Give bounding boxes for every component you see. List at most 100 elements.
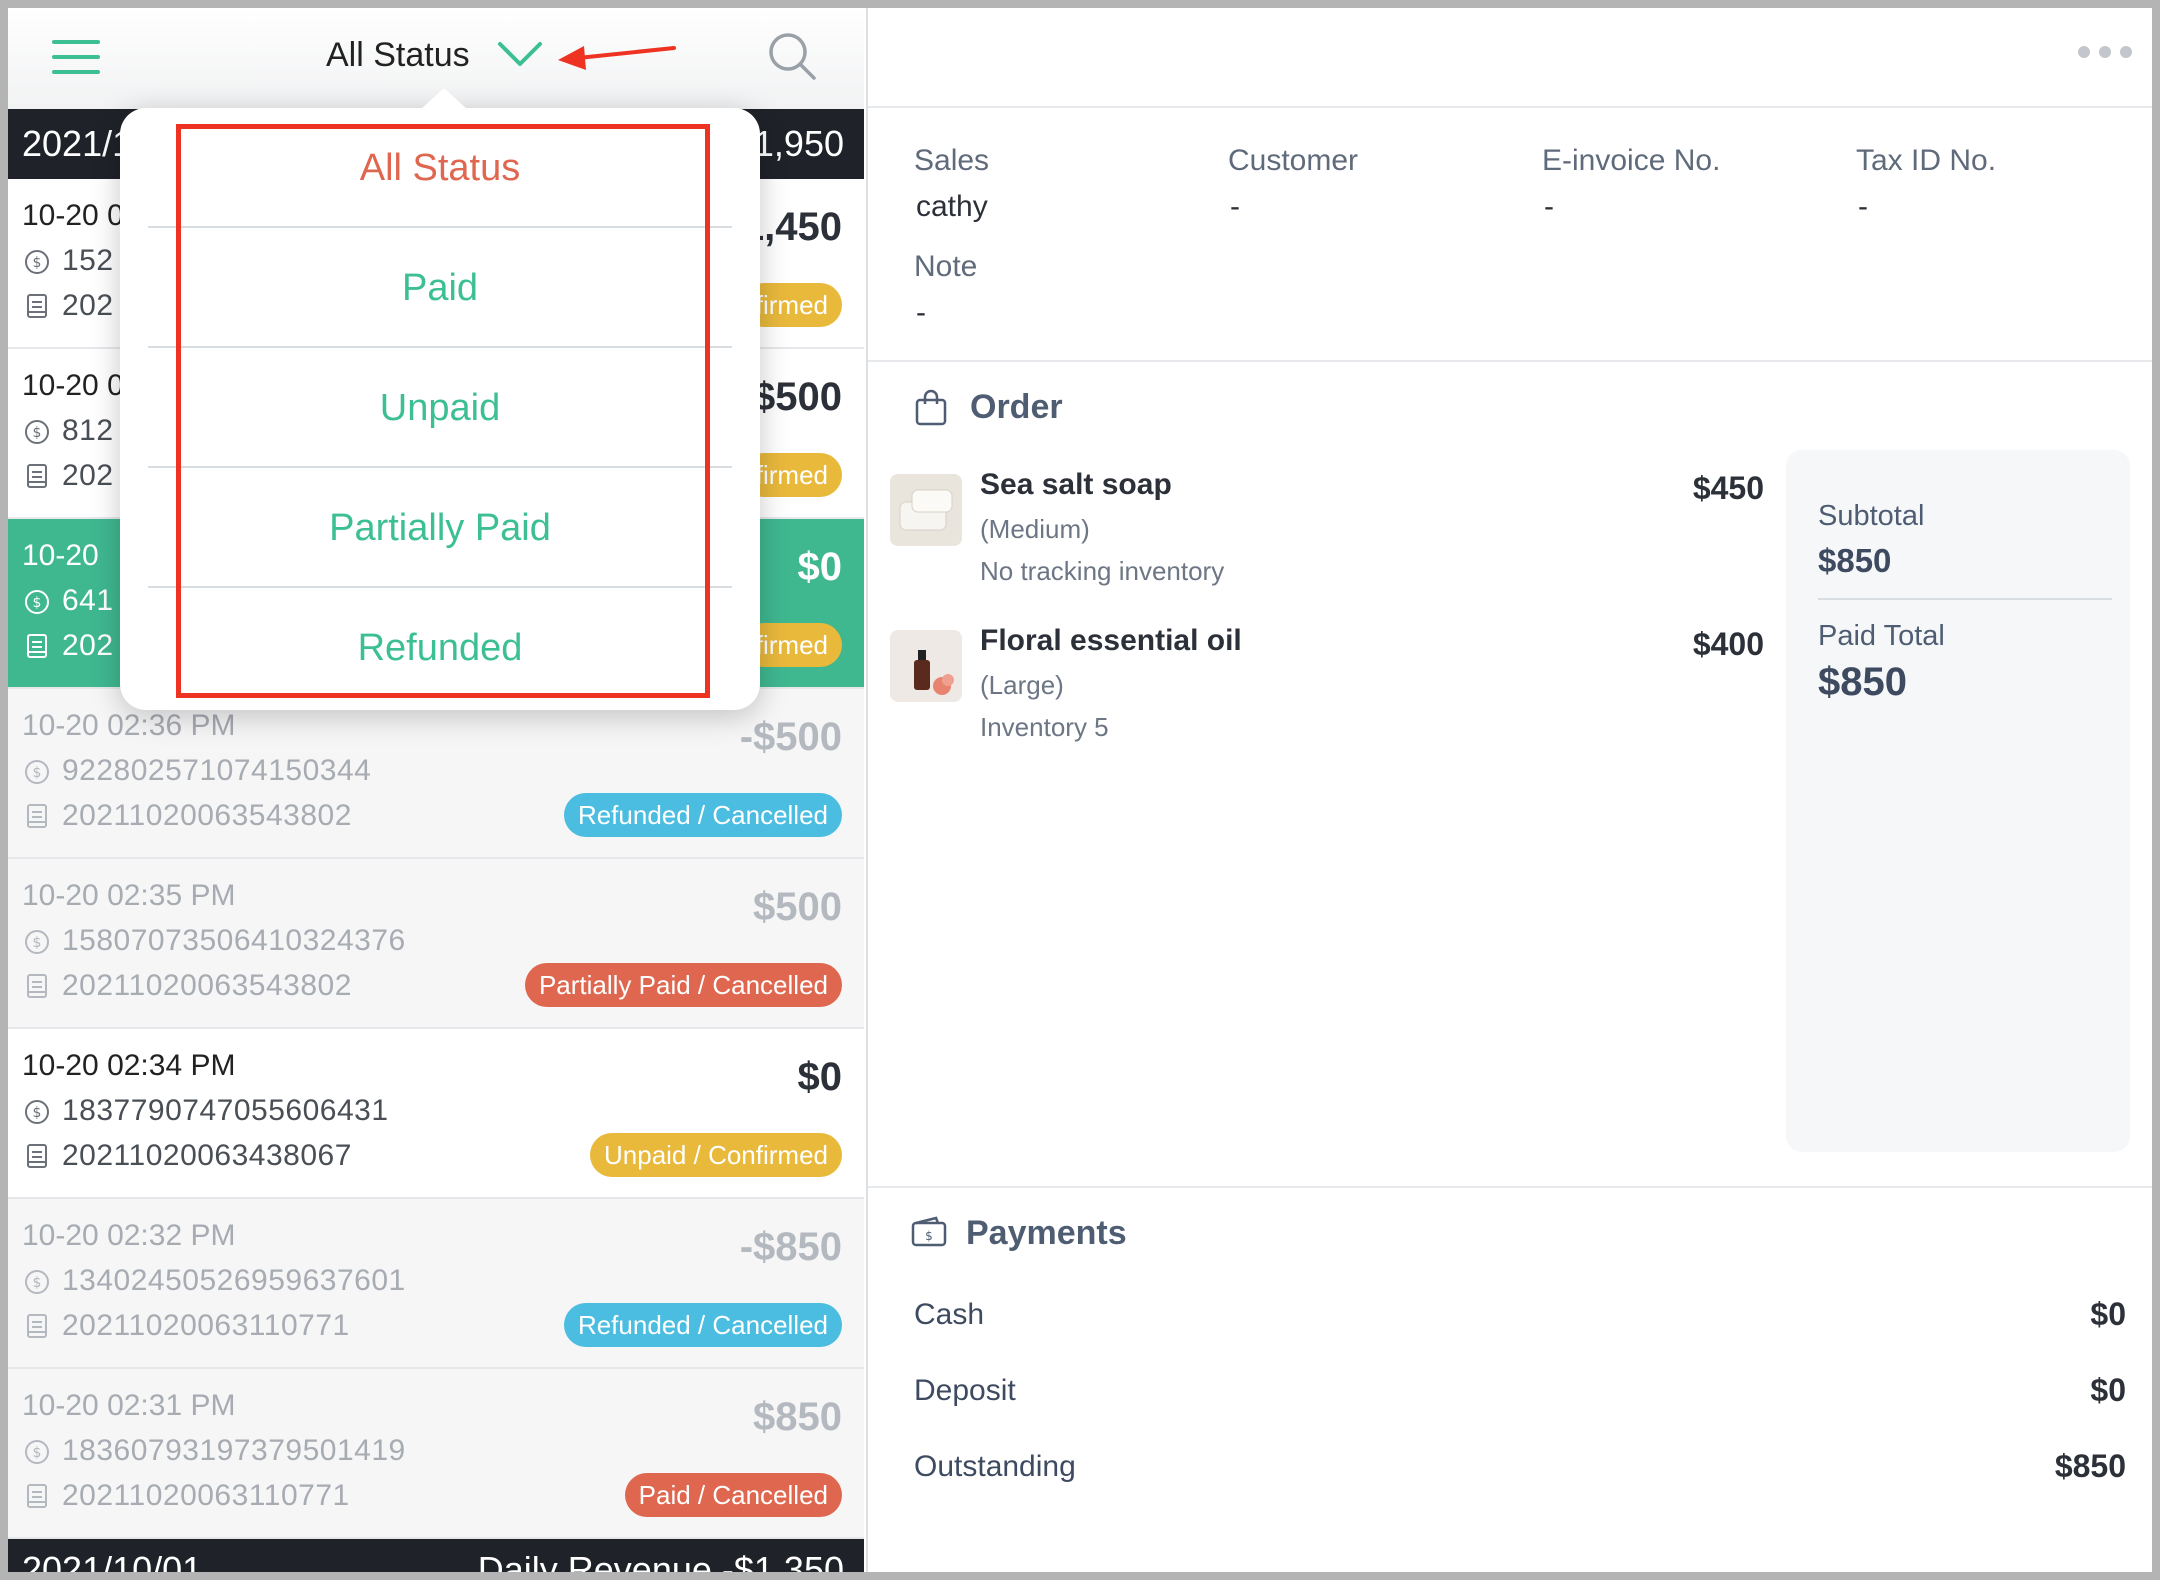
status-option-refunded[interactable]: Refunded — [148, 588, 732, 708]
item-price: $400 — [1692, 626, 1764, 662]
note-value: - — [916, 296, 926, 329]
order-amount: -$500 — [739, 715, 842, 759]
order-amount: $500 — [753, 375, 842, 419]
payment-cash-label: Cash — [914, 1298, 985, 1331]
subtotal-value: $850 — [1818, 542, 1892, 579]
invoice-number: 202 — [62, 629, 114, 662]
status-badge: Paid / Cancelled — [624, 1473, 842, 1517]
item-variant: (Medium) — [980, 514, 1090, 544]
invoice-number: 20211020063543802 — [62, 969, 352, 1002]
status-option-partially-paid[interactable]: Partially Paid — [148, 468, 732, 588]
payment-outstanding-label: Outstanding — [914, 1450, 1076, 1483]
order-row[interactable]: 10-20 02:31 PM $ 18360793197379501419 20… — [8, 1369, 864, 1539]
dollar-icon: $ — [25, 760, 49, 784]
item-stock: No tracking inventory — [980, 556, 1225, 586]
item-name: Floral essential oil — [980, 624, 1242, 657]
dollar-icon: $ — [25, 590, 49, 614]
sales-value: cathy — [916, 190, 988, 223]
invoice-number: 20211020063110771 — [62, 1479, 350, 1512]
day-date: 2021/10/01 — [22, 1549, 203, 1572]
status-badge: Unpaid / Confirmed — [590, 1133, 842, 1177]
status-option-paid[interactable]: Paid — [148, 228, 732, 348]
paid-total-label: Paid Total — [1818, 620, 1945, 652]
invoice-number: 20211020063543802 — [62, 799, 352, 832]
item-variant: (Large) — [980, 670, 1064, 700]
receipt-icon — [27, 974, 47, 998]
payment-number: 13402450526959637601 — [62, 1264, 406, 1297]
order-time: 10-20 0 — [22, 199, 124, 232]
item-stock: Inventory 5 — [980, 712, 1109, 742]
payments-section-title: Payments — [966, 1214, 1127, 1252]
customer-label: Customer — [1228, 144, 1359, 177]
sea-salt-soap-thumbnail — [890, 474, 962, 546]
payment-number: 18360793197379501419 — [62, 1434, 406, 1467]
receipt-icon — [27, 804, 47, 828]
subtotal-label: Subtotal — [1818, 500, 1925, 532]
chevron-down-icon[interactable] — [496, 38, 544, 68]
svg-text:$: $ — [33, 595, 42, 611]
payment-number: 1837790747055606431 — [62, 1094, 389, 1127]
order-section-title: Order — [970, 388, 1063, 426]
status-filter-popover: All Status Paid Unpaid Partially Paid Re… — [120, 88, 760, 710]
menu-icon[interactable] — [52, 40, 100, 74]
svg-text:$: $ — [33, 255, 42, 271]
item-name: Sea salt soap — [980, 468, 1172, 501]
payment-deposit-label: Deposit — [914, 1374, 1016, 1407]
svg-text:$: $ — [33, 1275, 42, 1291]
status-option-unpaid[interactable]: Unpaid — [148, 348, 732, 468]
floral-oil-thumbnail — [890, 630, 962, 702]
einvoice-value: - — [1544, 190, 1554, 223]
status-badge: Partially Paid / Cancelled — [524, 963, 842, 1007]
svg-text:$: $ — [33, 935, 42, 951]
taxid-value: - — [1858, 190, 1868, 223]
order-amount: $850 — [753, 1395, 842, 1439]
payment-outstanding-value: $850 — [2054, 1448, 2126, 1484]
note-label: Note — [914, 250, 978, 283]
status-badge: Refunded / Cancelled — [563, 1303, 842, 1347]
receipt-icon — [27, 294, 47, 318]
wallet-icon: $ — [911, 1216, 947, 1247]
dollar-icon: $ — [25, 250, 49, 274]
order-row[interactable]: 10-20 02:35 PM $ 15807073506410324376 20… — [8, 859, 864, 1029]
more-options-icon[interactable] — [2078, 46, 2132, 60]
status-badge: Refunded / Cancelled — [563, 793, 842, 837]
app-window: All Status 2021/1 1,950 10-20 0 $ 152 20… — [0, 0, 2160, 1580]
order-time: 10-20 02:32 PM — [22, 1219, 236, 1252]
order-time: 10-20 02:34 PM — [22, 1049, 236, 1082]
payment-number: 15807073506410324376 — [62, 924, 406, 957]
day-revenue: Daily Revenue -$1,350 — [477, 1549, 844, 1572]
order-amount: $0 — [797, 545, 843, 589]
status-filter-title[interactable]: All Status — [326, 36, 470, 75]
order-row[interactable]: 10-20 02:36 PM $ 922802571074150344 2021… — [8, 689, 864, 859]
item-price: $450 — [1692, 470, 1764, 506]
sales-label: Sales — [914, 144, 990, 177]
order-time: 10-20 0 — [22, 369, 124, 402]
order-row[interactable]: 10-20 02:32 PM $ 13402450526959637601 20… — [8, 1199, 864, 1369]
dollar-icon: $ — [25, 930, 49, 954]
dollar-icon: $ — [25, 420, 49, 444]
paid-total-value: $850 — [1818, 660, 1907, 704]
svg-text:$: $ — [33, 1445, 42, 1461]
invoice-number: 202 — [62, 459, 114, 492]
section-divider — [868, 1186, 2152, 1188]
day-date: 2021/1 — [22, 123, 133, 164]
day-header: 2021/10/01 Daily Revenue -$1,350 — [8, 1539, 864, 1572]
order-summary-card: Subtotal $850 Paid Total $850 — [1786, 450, 2130, 1152]
invoice-number: 20211020063110771 — [62, 1309, 350, 1342]
invoice-number: 202 — [62, 289, 114, 322]
taxid-label: Tax ID No. — [1856, 144, 1997, 177]
order-time: 10-20 02:31 PM — [22, 1389, 236, 1422]
receipt-icon — [27, 1314, 47, 1338]
payment-number: 152 — [62, 244, 114, 277]
section-divider — [868, 360, 2152, 362]
payment-number: 812 — [62, 414, 114, 447]
order-row[interactable]: 10-20 02:34 PM $ 1837790747055606431 202… — [8, 1029, 864, 1199]
shopping-bag-icon — [915, 389, 947, 426]
order-time: 10-20 02:36 PM — [22, 709, 236, 742]
search-icon[interactable] — [766, 30, 818, 82]
dollar-icon: $ — [25, 1440, 49, 1464]
order-amount: $0 — [797, 1055, 843, 1099]
receipt-icon — [27, 1144, 47, 1168]
status-option-all[interactable]: All Status — [148, 108, 732, 228]
popover-notch — [420, 88, 468, 110]
